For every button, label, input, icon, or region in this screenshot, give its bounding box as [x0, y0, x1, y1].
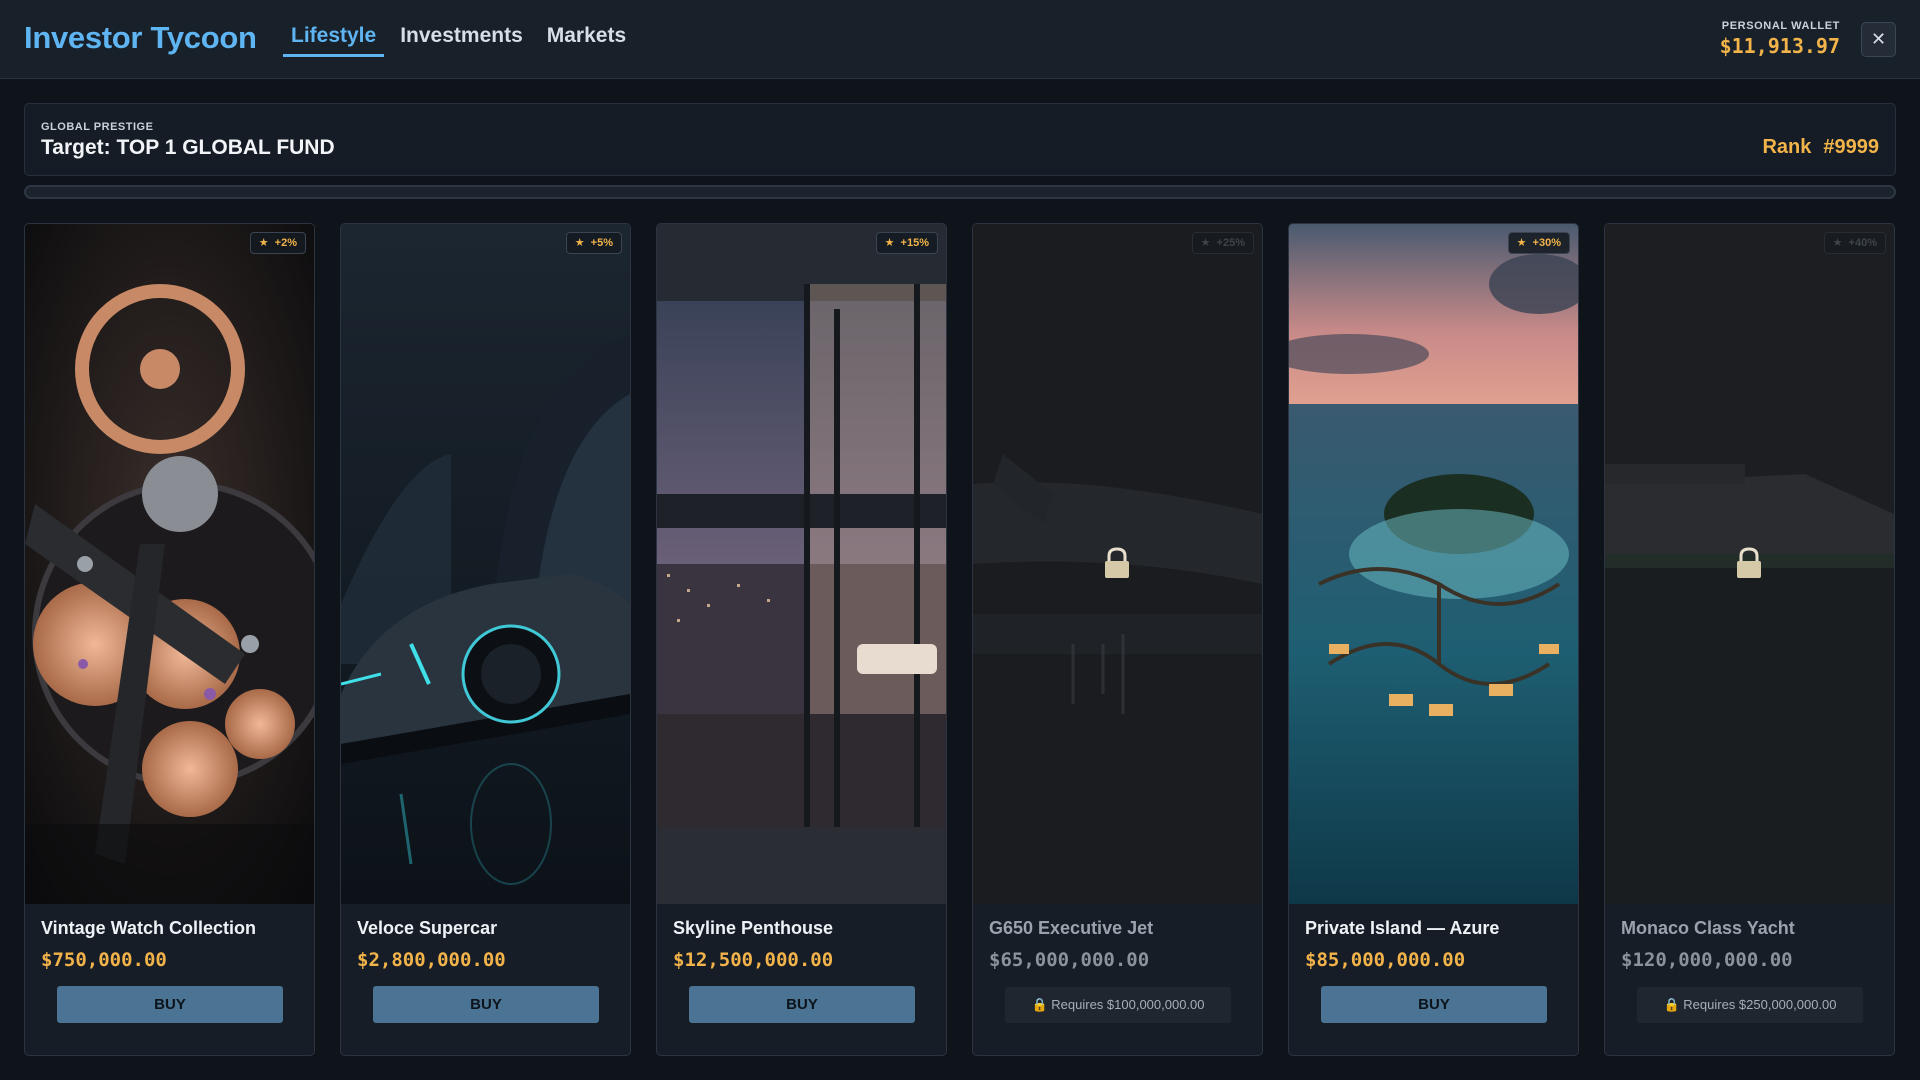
badge-value: +25%: [1216, 237, 1245, 249]
shop-card-yacht: ★ +40% Monaco Class Yacht $120,000,000.0…: [1604, 223, 1895, 1056]
shop-card-supercar: ★ +5% Veloce Supercar $2,800,000.00 BUY: [340, 223, 631, 1056]
prestige-badge: ★ +30%: [1507, 232, 1570, 254]
rank-label: Rank: [1762, 136, 1812, 158]
badge-value: +2%: [274, 237, 297, 249]
item-name: Vintage Watch Collection: [41, 918, 257, 938]
item-price: $12,500,000.00: [673, 949, 834, 971]
tab-investments[interactable]: Investments: [392, 22, 531, 57]
badge-value: +30%: [1532, 237, 1561, 249]
app-title: Investor Tycoon: [24, 20, 257, 55]
item-name: Monaco Class Yacht: [1621, 918, 1795, 938]
close-button[interactable]: ✕: [1861, 22, 1896, 57]
tab-lifestyle[interactable]: Lifestyle: [283, 22, 385, 57]
prestige-label: GLOBAL PRESTIGE: [41, 121, 154, 133]
badge-value: +15%: [900, 237, 929, 249]
island-image: [1289, 224, 1578, 904]
nav-tabs: Lifestyle Investments Markets: [283, 22, 642, 57]
star-icon: ★: [574, 237, 585, 249]
item-price: $120,000,000.00: [1621, 949, 1793, 971]
item-name: Veloce Supercar: [357, 918, 498, 938]
requirement-text: Requires $100,000,000.00: [1051, 997, 1205, 1012]
rank-display: Rank #9999: [1762, 136, 1879, 159]
buy-button[interactable]: BUY: [373, 986, 599, 1023]
star-icon: ★: [258, 237, 269, 249]
badge-value: +5%: [590, 237, 613, 249]
watch-image: [25, 224, 314, 904]
tab-markets[interactable]: Markets: [539, 22, 634, 57]
shop-card-island: ★ +30% Private Island — Azure $85,000,00…: [1288, 223, 1579, 1056]
rank-value: #9999: [1823, 136, 1879, 158]
top-bar: Investor Tycoon Lifestyle Investments Ma…: [0, 0, 1920, 79]
prestige-badge: ★ +25%: [1191, 232, 1254, 254]
lock-icon: [1735, 546, 1763, 585]
item-price: $65,000,000.00: [989, 949, 1150, 971]
requirement-text: Requires $250,000,000.00: [1683, 997, 1837, 1012]
prestige-progress-bar: [24, 185, 1896, 199]
prestige-target: Target: TOP 1 GLOBAL FUND: [41, 136, 335, 159]
buy-button[interactable]: BUY: [1321, 986, 1547, 1023]
lock-icon: 🔒: [1031, 997, 1048, 1012]
prestige-badge: ★ +2%: [249, 232, 306, 254]
star-icon: ★: [884, 237, 895, 249]
prestige-badge: ★ +15%: [875, 232, 938, 254]
prestige-panel: GLOBAL PRESTIGE Target: TOP 1 GLOBAL FUN…: [24, 103, 1896, 176]
buy-button[interactable]: BUY: [57, 986, 283, 1023]
lock-icon: 🔒: [1663, 997, 1680, 1012]
item-price: $2,800,000.00: [357, 949, 506, 971]
item-name: Skyline Penthouse: [673, 918, 834, 938]
wallet-label: PERSONAL WALLET: [1721, 20, 1840, 32]
item-name: Private Island — Azure: [1305, 918, 1500, 938]
wallet-balance: $11,913.97: [1719, 34, 1840, 58]
shop-card-jet: ★ +25% G650 Executive Jet $65,000,000.00…: [972, 223, 1263, 1056]
star-icon: ★: [1200, 237, 1211, 249]
lock-icon: [1103, 546, 1131, 585]
shop-card-watch: ★ +2% Vintage Watch Collection $750,000.…: [24, 223, 315, 1056]
prestige-badge: ★ +40%: [1823, 232, 1886, 254]
star-icon: ★: [1832, 237, 1843, 249]
close-icon: ✕: [1870, 29, 1887, 49]
star-icon: ★: [1516, 237, 1527, 249]
requirement-notice: 🔒 Requires $250,000,000.00: [1637, 987, 1863, 1023]
requirement-notice: 🔒 Requires $100,000,000.00: [1005, 987, 1231, 1023]
item-price: $750,000.00: [41, 949, 167, 971]
badge-value: +40%: [1848, 237, 1877, 249]
item-name: G650 Executive Jet: [989, 918, 1154, 938]
personal-wallet: PERSONAL WALLET $11,913.97: [1720, 20, 1840, 58]
prestige-badge: ★ +5%: [565, 232, 622, 254]
shop-card-penthouse: ★ +15% Skyline Penthouse $12,500,000.00 …: [656, 223, 947, 1056]
item-price: $85,000,000.00: [1305, 949, 1466, 971]
supercar-image: [341, 224, 630, 904]
penthouse-image: [657, 224, 946, 904]
buy-button[interactable]: BUY: [689, 986, 915, 1023]
